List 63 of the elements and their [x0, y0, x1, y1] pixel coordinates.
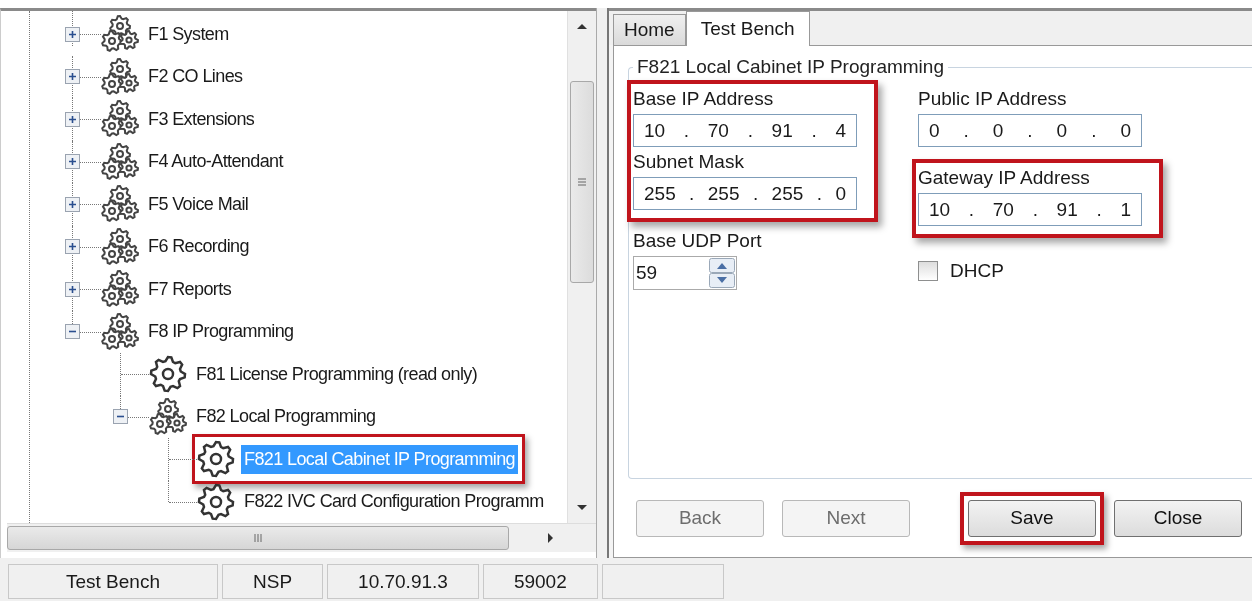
- tab[interactable]: Home: [613, 14, 686, 45]
- checkbox[interactable]: [918, 261, 938, 281]
- horizontal-scrollbar[interactable]: [7, 523, 597, 552]
- collapse-toggle[interactable]: [113, 409, 128, 425]
- tree-item[interactable]: F1 System: [145, 19, 232, 49]
- expand-toggle[interactable]: [65, 26, 80, 42]
- dialog-button[interactable]: Save: [968, 499, 1096, 537]
- expand-toggle[interactable]: [65, 196, 80, 212]
- status-cell: 59002: [482, 564, 598, 599]
- ip-address-field[interactable]: 255 . 255 . 255 . 0: [633, 177, 857, 210]
- gears-icon: [101, 100, 139, 139]
- tree-item[interactable]: F7 Reports: [145, 274, 235, 304]
- ip-address-field[interactable]: 10 . 70 . 91 . 1: [918, 193, 1142, 226]
- expand-toggle[interactable]: [65, 154, 80, 170]
- grip-icon: [577, 177, 588, 187]
- expand-toggle[interactable]: [65, 111, 80, 127]
- gears-icon: [101, 227, 139, 266]
- tree-item[interactable]: F8 IP Programming: [145, 317, 297, 347]
- tree-item[interactable]: F3 Extensions: [145, 104, 258, 134]
- field-label: Gateway IP Address: [918, 167, 1091, 189]
- field-label: Public IP Address: [918, 88, 1068, 110]
- gear-icon: [197, 440, 235, 479]
- gears-icon: [101, 185, 139, 224]
- scroll-up-icon[interactable]: [575, 21, 590, 31]
- tree-item[interactable]: F82 Local Programming: [193, 402, 379, 432]
- gears-icon: [149, 397, 187, 436]
- group-title: F821 Local Cabinet IP Programming: [636, 56, 945, 78]
- splitter[interactable]: [596, 8, 609, 558]
- spin-buttons-icon[interactable]: [709, 258, 735, 288]
- expand-toggle[interactable]: [65, 69, 80, 85]
- scroll-down-icon[interactable]: [575, 503, 590, 513]
- status-cell: Test Bench: [8, 564, 218, 599]
- tree-item[interactable]: F6 Recording: [145, 232, 252, 262]
- tree-item[interactable]: F81 License Programming (read only): [193, 359, 481, 389]
- field-label: Base IP Address: [633, 88, 775, 110]
- expand-toggle[interactable]: [65, 239, 80, 255]
- gears-icon: [101, 15, 139, 54]
- checkbox-label: DHCP: [950, 260, 1004, 282]
- dialog-button[interactable]: Close: [1114, 499, 1242, 537]
- scroll-thumb[interactable]: [570, 81, 595, 283]
- scroll-thumb[interactable]: [7, 526, 509, 550]
- ip-address-field[interactable]: 10 . 70 . 91 . 4: [633, 114, 857, 147]
- gears-icon: [101, 312, 139, 351]
- status-cell: NSP: [222, 564, 324, 599]
- gears-icon: [101, 270, 139, 309]
- field-label: Base UDP Port: [633, 230, 763, 252]
- expand-toggle[interactable]: [65, 281, 80, 297]
- tree-item[interactable]: F2 CO Lines: [145, 62, 246, 92]
- tree-item[interactable]: F822 IVC Card Configuration Programm: [241, 487, 547, 517]
- gear-icon: [149, 355, 187, 394]
- tab[interactable]: Test Bench: [685, 11, 810, 46]
- vertical-scrollbar[interactable]: [567, 11, 597, 523]
- gear-icon: [197, 482, 235, 521]
- ip-address-field[interactable]: 0 . 0 . 0 . 0: [918, 114, 1142, 147]
- tree-item[interactable]: F5 Voice Mail: [145, 189, 252, 219]
- field-label: Subnet Mask: [633, 151, 745, 173]
- scroll-right-icon[interactable]: [545, 531, 555, 545]
- gears-icon: [101, 142, 139, 181]
- collapse-toggle[interactable]: [65, 324, 80, 340]
- grip-icon: [253, 533, 263, 543]
- tree-item[interactable]: F4 Auto-Attendant: [145, 147, 286, 177]
- gears-icon: [101, 57, 139, 96]
- status-cell: 10.70.91.3: [327, 564, 479, 599]
